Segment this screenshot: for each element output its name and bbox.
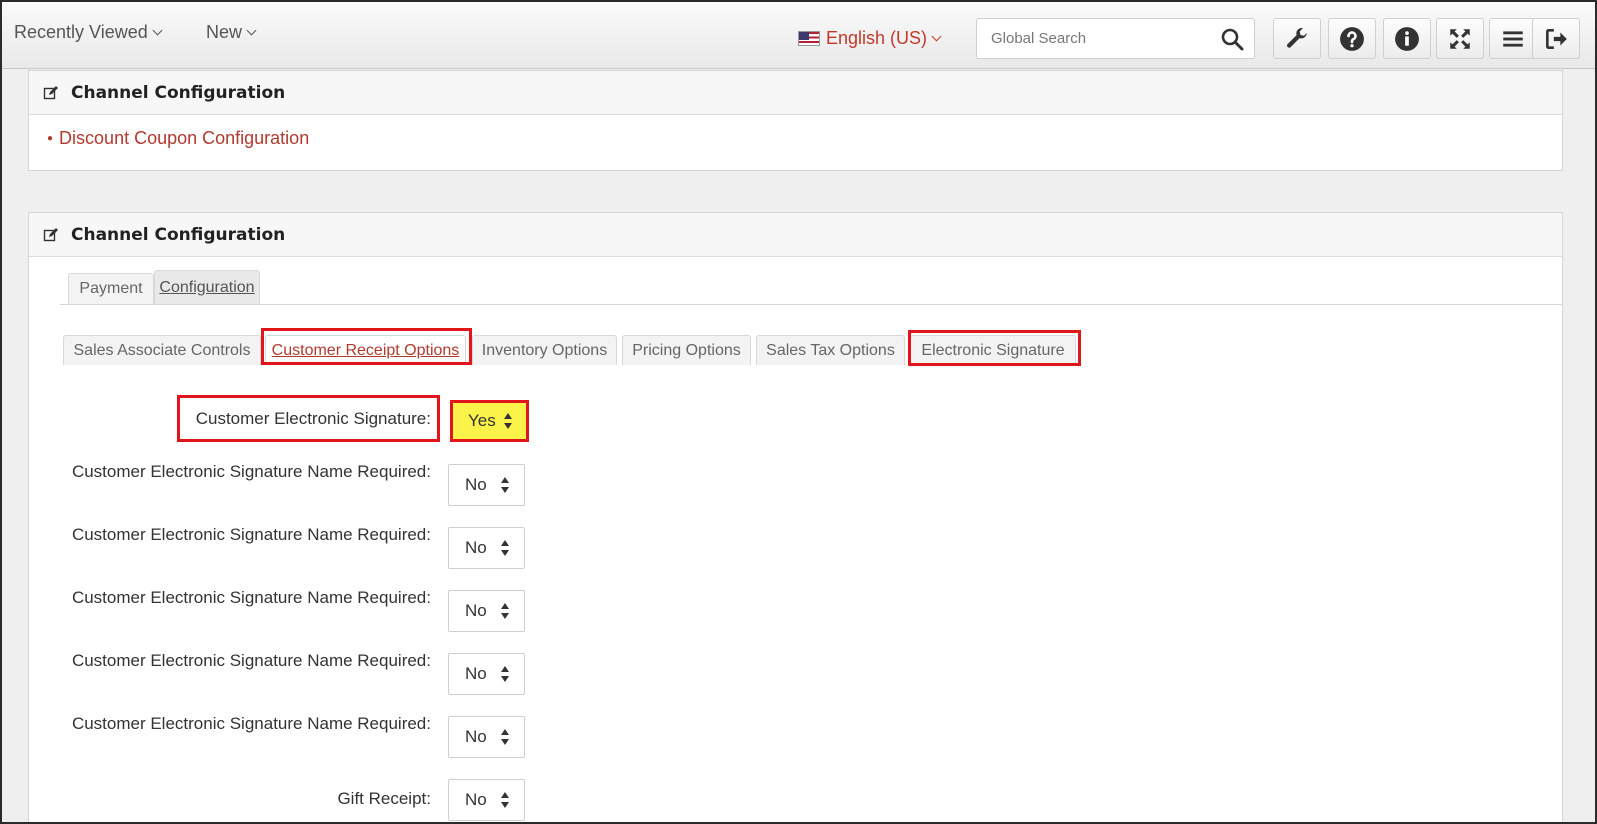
new-menu[interactable]: New [206,22,257,43]
info-button[interactable] [1383,18,1431,59]
new-label: New [206,22,243,42]
recently-viewed-menu[interactable]: Recently Viewed [14,22,163,43]
name-required-select-4[interactable]: No [448,653,525,695]
expand-icon [1450,28,1470,49]
global-search [976,18,1255,59]
select-value: No [465,475,487,494]
subtab-pricing-options[interactable]: Pricing Options [622,335,751,365]
tab-divider [60,304,1563,305]
app-window: Recently Viewed New English (US) Global … [0,0,1597,824]
help-icon [1340,26,1364,51]
field-label-name-required-3: Customer Electronic Signature Name Requi… [71,588,431,607]
select-value: No [465,727,487,746]
sort-arrows-icon [501,477,509,493]
search-input[interactable] [977,19,1207,58]
help-button[interactable] [1328,18,1376,59]
edit-icon [43,85,58,99]
top-bar: Recently Viewed New English (US) [2,2,1595,69]
recently-viewed-label: Recently Viewed [14,22,148,42]
logout-button[interactable] [1532,18,1580,59]
panel-title: Channel Configuration [71,224,286,245]
gift-receipt-select[interactable]: No [448,779,525,821]
select-value: No [465,664,487,683]
name-required-select-5[interactable]: No [448,716,525,758]
subtab-customer-receipt-options[interactable]: Customer Receipt Options [265,335,466,365]
field-label-name-required-2: Customer Electronic Signature Name Requi… [71,525,431,544]
wrench-icon [1287,27,1308,48]
customer-electronic-signature-select[interactable]: Yes [451,400,528,442]
tab-configuration[interactable]: Configuration [154,270,260,304]
select-value: No [465,790,487,809]
select-value: No [465,601,487,620]
subtab-sales-associate-controls[interactable]: Sales Associate Controls [63,335,261,365]
language-label: English (US) [826,28,928,48]
panel-header: Channel Configuration [29,213,1562,257]
discount-coupon-link[interactable]: ● Discount Coupon Configuration [47,128,309,149]
menu-button[interactable] [1489,18,1537,59]
bullet-icon: ● [47,133,54,144]
search-icon[interactable] [1220,27,1244,51]
menu-icon [1503,30,1523,47]
subtab-inventory-options[interactable]: Inventory Options [472,335,617,365]
tab-payment[interactable]: Payment [68,273,154,304]
logout-icon [1546,28,1567,49]
sort-arrows-icon [501,729,509,745]
select-value: Yes [468,411,496,430]
sort-arrows-icon [501,540,509,556]
field-label-name-required-5: Customer Electronic Signature Name Requi… [71,714,431,733]
channel-configuration-panel-1: Channel Configuration ● Discount Coupon … [28,70,1563,171]
field-label-gift-receipt: Gift Receipt: [337,789,431,808]
name-required-select-2[interactable]: No [448,527,525,569]
name-required-select-3[interactable]: No [448,590,525,632]
language-selector[interactable]: English (US) [798,28,942,49]
subtab-electronic-signature[interactable]: Electronic Signature [910,335,1076,365]
sort-arrows-icon [501,792,509,808]
field-label-name-required-4: Customer Electronic Signature Name Requi… [71,651,431,670]
chevron-down-icon [152,25,163,36]
discount-coupon-label: Discount Coupon Configuration [59,128,310,148]
sort-arrows-icon [504,413,512,429]
us-flag-icon [798,31,820,46]
panel-header: Channel Configuration [29,71,1562,115]
sort-arrows-icon [501,603,509,619]
fullscreen-button[interactable] [1436,18,1484,59]
field-label-customer-electronic-signature: Customer Electronic Signature: [195,409,431,428]
chevron-down-icon [931,31,942,42]
subtab-sales-tax-options[interactable]: Sales Tax Options [756,335,905,365]
name-required-select-1[interactable]: No [448,464,525,506]
select-value: No [465,538,487,557]
field-label-name-required-1: Customer Electronic Signature Name Requi… [71,462,431,481]
chevron-down-icon [246,25,257,36]
info-icon [1395,26,1419,51]
panel-title: Channel Configuration [71,82,286,103]
settings-button[interactable] [1273,18,1321,59]
edit-icon [43,227,58,241]
sort-arrows-icon [501,666,509,682]
